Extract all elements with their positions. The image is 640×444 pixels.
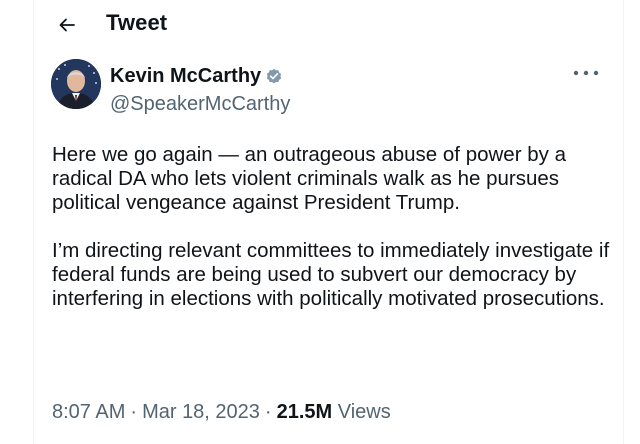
author-name-row: Kevin McCarthy bbox=[110, 63, 290, 89]
tweet-text: Here we go again — an outrageous abuse o… bbox=[52, 143, 612, 311]
back-button[interactable] bbox=[49, 8, 85, 42]
column-divider-right bbox=[623, 0, 624, 444]
meta-separator: · bbox=[264, 401, 272, 423]
tweet-author: Kevin McCarthy @SpeakerMcCarthy bbox=[110, 63, 290, 116]
views-count: 21.5M bbox=[276, 401, 333, 423]
verified-badge-icon[interactable] bbox=[265, 67, 283, 85]
more-options-icon bbox=[573, 70, 599, 76]
arrow-left-icon bbox=[59, 18, 75, 32]
column-divider-left bbox=[33, 0, 34, 444]
author-display-name[interactable]: Kevin McCarthy bbox=[110, 65, 261, 88]
avatar-photo bbox=[51, 59, 101, 109]
tweet-paragraph: Here we go again — an outrageous abuse o… bbox=[52, 143, 566, 214]
tweet-paragraph: I’m directing relevant committees to imm… bbox=[52, 239, 610, 310]
more-options-button[interactable] bbox=[568, 61, 604, 85]
page-title: Tweet bbox=[106, 10, 168, 35]
author-handle[interactable]: @SpeakerMcCarthy bbox=[110, 93, 290, 116]
tweet-date[interactable]: Mar 18, 2023 bbox=[142, 401, 260, 423]
tweet-page: Tweet Kevin McCarthy @SpeakerMcCarthy He… bbox=[0, 0, 640, 444]
tweet-time[interactable]: 8:07 AM bbox=[52, 401, 125, 423]
meta-separator: · bbox=[130, 401, 138, 423]
views-label: Views bbox=[337, 401, 391, 423]
tweet-meta: 8:07 AM · Mar 18, 2023 · 21.5M Views bbox=[52, 401, 391, 424]
avatar[interactable] bbox=[51, 59, 101, 109]
page-header: Tweet bbox=[34, 0, 623, 52]
